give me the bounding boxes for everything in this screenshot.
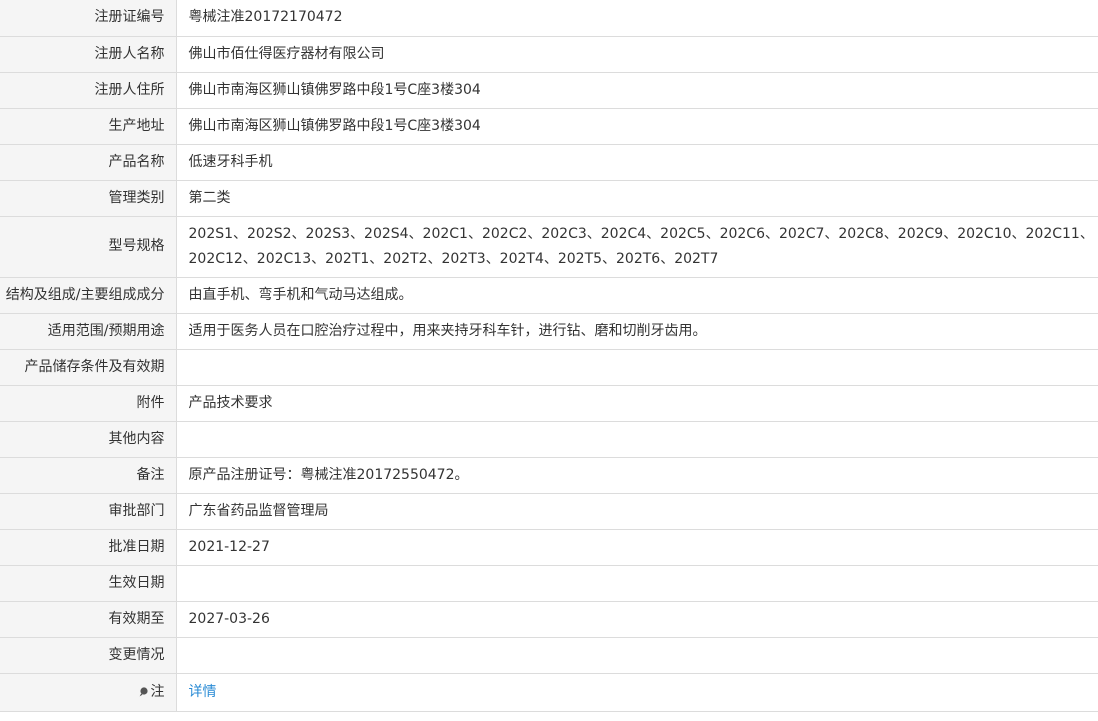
table-row-approval-department: 审批部门 广东省药品监督管理局 [0, 493, 1098, 530]
table-row-model-spec: 型号规格 202S1、202S2、202S3、202S4、202C1、202C2… [0, 216, 1098, 278]
row-label: 审批部门 [0, 493, 177, 530]
row-label: 型号规格 [0, 216, 177, 278]
row-label: 备注 [0, 457, 177, 494]
table-row-production-address: 生产地址 佛山市南海区狮山镇佛罗路中段1号C座3楼304 [0, 108, 1098, 145]
row-label: 生效日期 [0, 565, 177, 602]
table-row-storage-conditions: 产品储存条件及有效期 [0, 349, 1098, 386]
row-label: 注 [0, 673, 177, 712]
row-value: 原产品注册证号：粤械注准20172550472。 [176, 457, 1098, 494]
row-value: 第二类 [176, 180, 1098, 217]
row-value: 广东省药品监督管理局 [176, 493, 1098, 530]
table-row-effective-date: 生效日期 [0, 565, 1098, 602]
table-row-intended-use: 适用范围/预期用途 适用于医务人员在口腔治疗过程中，用来夹持牙科车针，进行钻、磨… [0, 313, 1098, 350]
row-value: 低速牙科手机 [176, 144, 1098, 181]
row-label: 管理类别 [0, 180, 177, 217]
row-label: 附件 [0, 385, 177, 422]
row-value: 202S1、202S2、202S3、202S4、202C1、202C2、202C… [176, 216, 1098, 278]
row-label: 适用范围/预期用途 [0, 313, 177, 350]
row-label: 注册人名称 [0, 36, 177, 73]
table-row-note: 注 详情 [0, 673, 1098, 712]
row-value: 2027-03-26 [176, 601, 1098, 638]
details-link[interactable]: 详情 [189, 684, 217, 700]
table-row-registrant-name: 注册人名称 佛山市佰仕得医疗器材有限公司 [0, 36, 1098, 73]
row-value: 佛山市佰仕得医疗器材有限公司 [176, 36, 1098, 73]
note-label: 注 [150, 683, 165, 700]
row-label: 批准日期 [0, 529, 177, 566]
table-row-change-status: 变更情况 [0, 637, 1098, 674]
table-row-valid-until: 有效期至 2027-03-26 [0, 601, 1098, 638]
row-label: 注册证编号 [0, 0, 177, 37]
row-value: 佛山市南海区狮山镇佛罗路中段1号C座3楼304 [176, 72, 1098, 109]
row-value: 由直手机、弯手机和气动马达组成。 [176, 277, 1098, 314]
row-value [176, 565, 1098, 602]
table-row-registrant-address: 注册人住所 佛山市南海区狮山镇佛罗路中段1号C座3楼304 [0, 72, 1098, 109]
row-label: 生产地址 [0, 108, 177, 145]
row-value [176, 637, 1098, 674]
table-row-other-content: 其他内容 [0, 421, 1098, 458]
row-label: 产品储存条件及有效期 [0, 349, 177, 386]
row-label: 产品名称 [0, 144, 177, 181]
row-value [176, 421, 1098, 458]
table-row-registration-number: 注册证编号 粤械注准20172170472 [0, 0, 1098, 37]
registration-detail-table: 注册证编号 粤械注准20172170472 注册人名称 佛山市佰仕得医疗器材有限… [0, 0, 1098, 712]
table-row-remarks: 备注 原产品注册证号：粤械注准20172550472。 [0, 457, 1098, 494]
row-value: 2021-12-27 [176, 529, 1098, 566]
row-label: 有效期至 [0, 601, 177, 638]
row-value: 适用于医务人员在口腔治疗过程中，用来夹持牙科车针，进行钻、磨和切削牙齿用。 [176, 313, 1098, 350]
table-row-management-category: 管理类别 第二类 [0, 180, 1098, 217]
table-row-attachment: 附件 产品技术要求 [0, 385, 1098, 422]
row-label: 变更情况 [0, 637, 177, 674]
row-value: 产品技术要求 [176, 385, 1098, 422]
pin-icon [139, 686, 148, 696]
table-row-product-name: 产品名称 低速牙科手机 [0, 144, 1098, 181]
row-label: 结构及组成/主要组成成分 [0, 277, 177, 314]
row-value: 粤械注准20172170472 [176, 0, 1098, 37]
row-value: 佛山市南海区狮山镇佛罗路中段1号C座3楼304 [176, 108, 1098, 145]
table-row-structure-composition: 结构及组成/主要组成成分 由直手机、弯手机和气动马达组成。 [0, 277, 1098, 314]
table-row-approval-date: 批准日期 2021-12-27 [0, 529, 1098, 566]
row-label: 注册人住所 [0, 72, 177, 109]
row-label: 其他内容 [0, 421, 177, 458]
row-value [176, 349, 1098, 386]
row-value: 详情 [176, 673, 1098, 712]
